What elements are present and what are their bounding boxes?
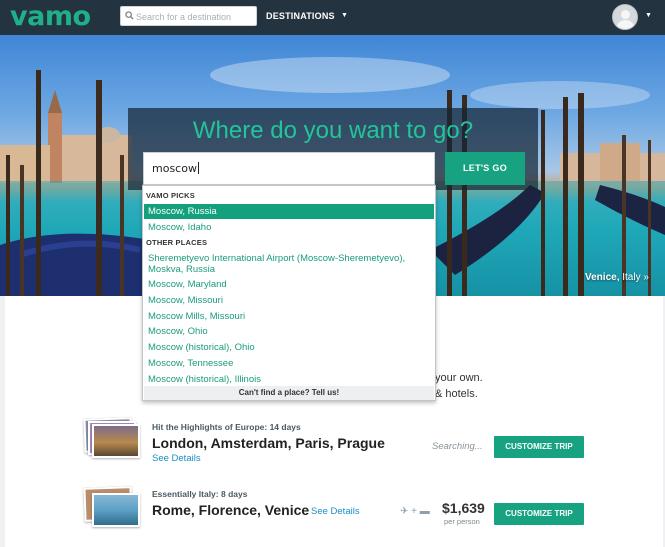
trip-thumbnail-europe[interactable] [92, 424, 140, 458]
suggestion-item[interactable]: Sheremetyevo International Airport (Mosc… [144, 253, 430, 275]
intro-text: your own. & hotels. [435, 370, 483, 402]
flight-plus-hotel-icon: ✈ + ▬ [400, 506, 430, 517]
customize-trip-button[interactable]: CUSTOMIZE TRIP [494, 503, 584, 525]
top-nav: vamo DESTINATIONS ▼ ▼ [0, 0, 665, 35]
trip-subtitle: Hit the Highlights of Europe: 14 days [152, 422, 301, 432]
location-city: Venice, [585, 272, 620, 283]
destinations-menu[interactable]: DESTINATIONS [266, 11, 335, 21]
hero-title: Where do you want to go? [192, 117, 474, 144]
vamo-logo[interactable]: vamo [10, 1, 91, 32]
avatar[interactable] [612, 4, 638, 30]
chevron-down-icon[interactable]: ▼ [341, 12, 348, 19]
suggestion-item[interactable]: Moscow, Ohio [144, 326, 434, 337]
text-cursor [197, 162, 199, 174]
avatar-chevron-icon[interactable]: ▼ [645, 12, 652, 19]
price-note: per person [444, 517, 480, 526]
nav-search-box[interactable] [120, 6, 257, 26]
intro-line-2: & hotels. [435, 388, 478, 400]
suggestion-item[interactable]: Moscow, Missouri [144, 295, 434, 306]
lets-go-button[interactable]: LET'S GO [445, 152, 525, 185]
search-icon [125, 11, 134, 20]
suggestion-item[interactable]: Moscow (historical), Ohio [144, 342, 434, 353]
trip-thumbnail-italy[interactable] [92, 493, 140, 527]
photo-location-link[interactable]: Venice, Italy » [585, 272, 649, 283]
search-input-value: moscow [152, 162, 197, 175]
suggestion-item[interactable]: Moscow (historical), Illinois [144, 374, 434, 385]
location-country: Italy » [622, 272, 649, 283]
autocomplete-dropdown: VAMO PICKS Moscow, Russia Moscow, Idaho … [142, 185, 436, 401]
trip-title[interactable]: Rome, Florence, Venice [152, 502, 309, 518]
suggestion-item[interactable]: Moscow, Maryland [144, 279, 434, 290]
see-details-link[interactable]: See Details [152, 453, 201, 464]
suggestion-item[interactable]: Moscow Mills, Missouri [144, 311, 434, 322]
suggestion-item[interactable]: Moscow, Russia [144, 204, 434, 219]
see-details-link[interactable]: See Details [311, 506, 360, 517]
user-head-shape [621, 10, 630, 19]
suggestion-item[interactable]: Moscow, Idaho [144, 222, 434, 233]
other-places-header: OTHER PLACES [146, 238, 208, 247]
suggestion-item[interactable]: Moscow, Tennessee [144, 358, 434, 369]
trip-subtitle: Essentially Italy: 8 days [152, 489, 248, 499]
vamo-picks-header: VAMO PICKS [146, 191, 195, 200]
intro-line-1: your own. [435, 372, 483, 384]
customize-trip-button[interactable]: CUSTOMIZE TRIP [494, 436, 584, 458]
cant-find-place-link[interactable]: Can't find a place? Tell us! [144, 386, 434, 400]
hero-search-input[interactable]: moscow [143, 152, 435, 185]
trip-price: $1,639 [442, 500, 485, 516]
trip-title[interactable]: London, Amsterdam, Paris, Prague [152, 435, 385, 451]
price-searching-status: Searching... [432, 441, 483, 452]
user-body-shape [616, 20, 635, 29]
destination-search-input[interactable] [136, 9, 254, 24]
